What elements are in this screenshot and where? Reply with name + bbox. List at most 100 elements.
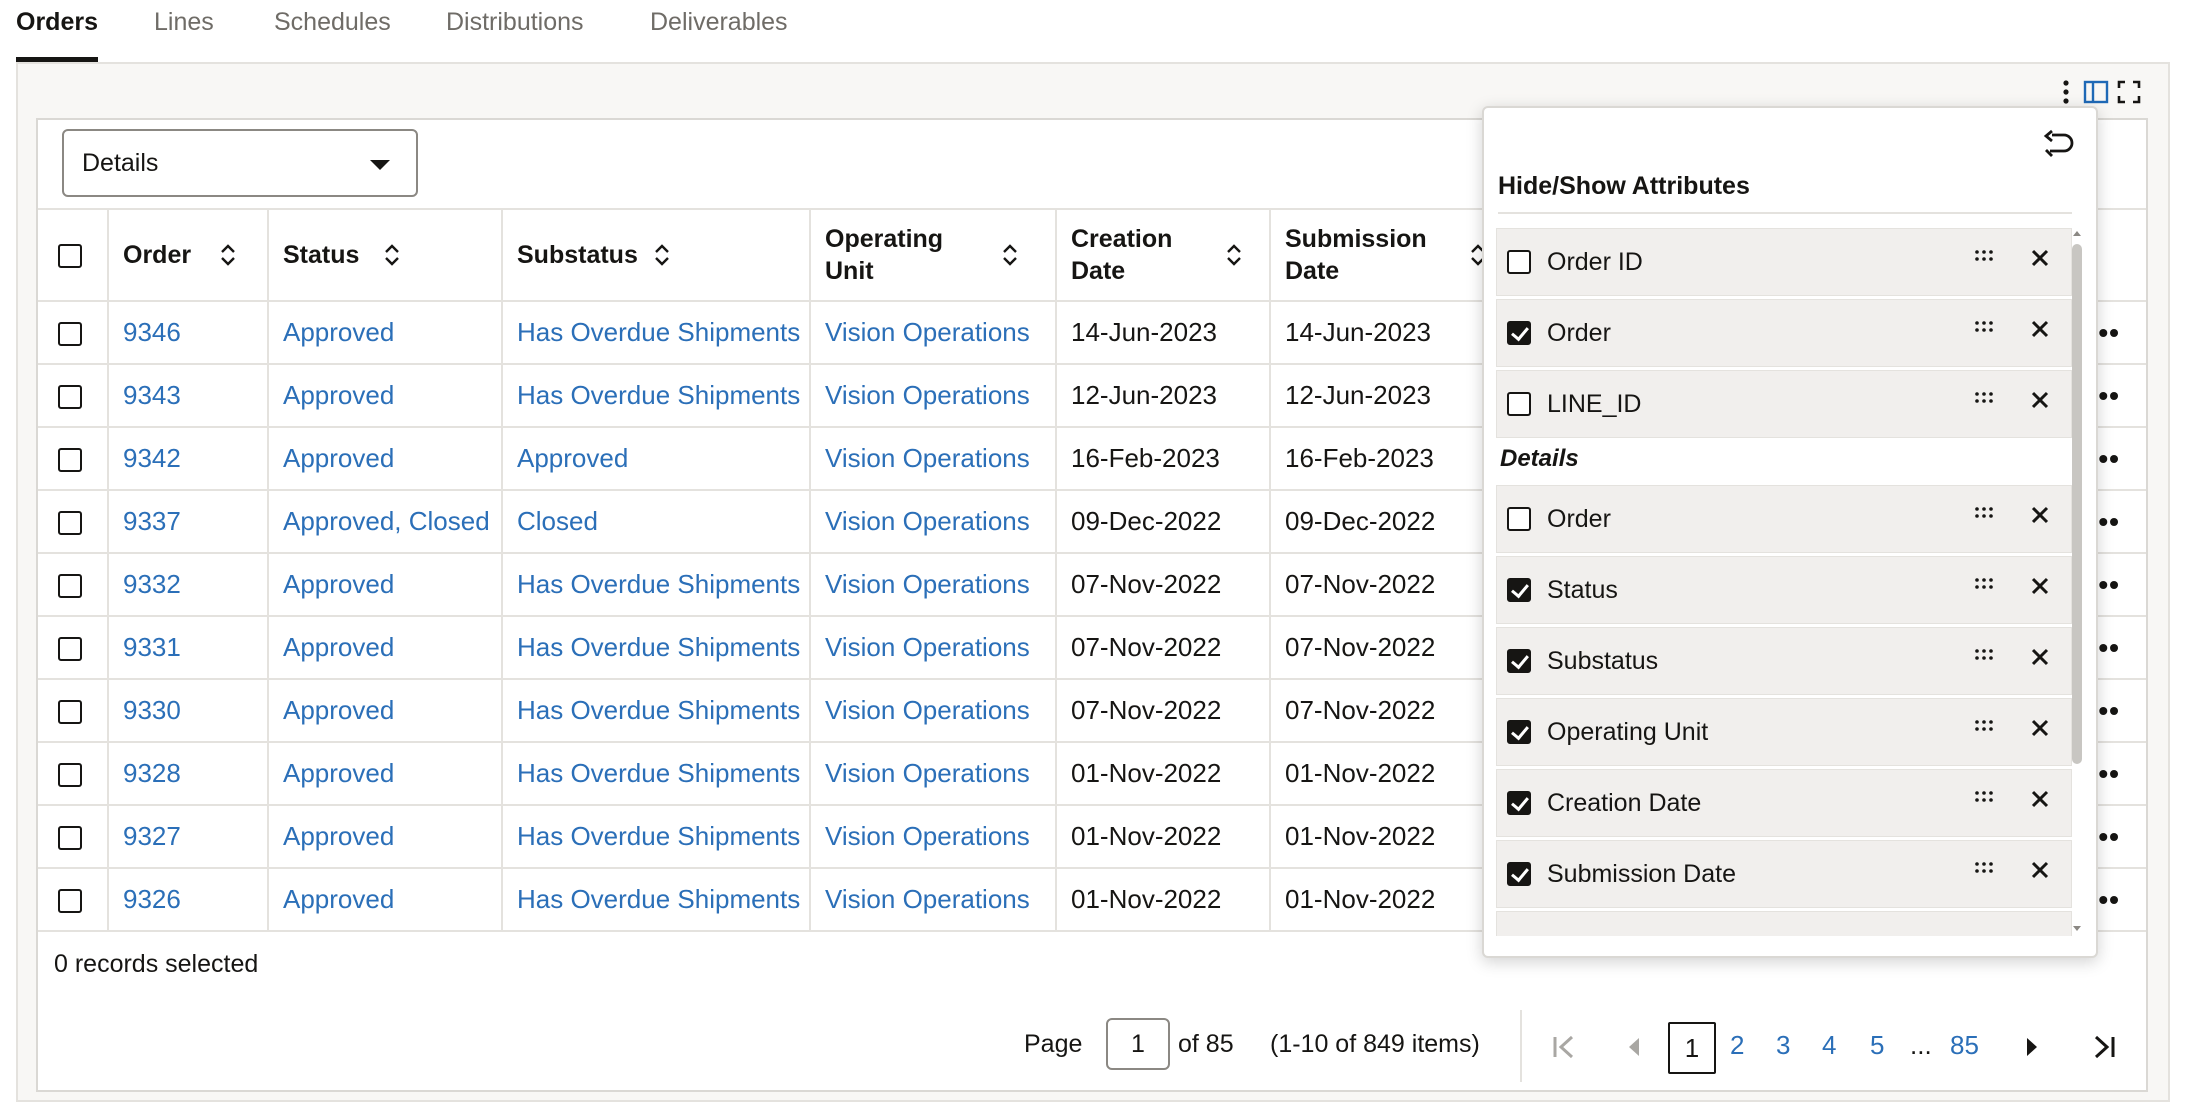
attribute-item[interactable]	[1496, 911, 2072, 936]
order-link[interactable]: 9342	[123, 443, 181, 473]
operating-unit-cell[interactable]: Vision Operations	[810, 553, 1057, 617]
operating-unit-cell[interactable]: Vision Operations	[810, 742, 1057, 806]
substatus-link[interactable]: Has Overdue Shipments	[517, 884, 800, 914]
order-cell[interactable]: 9332	[108, 553, 269, 617]
first-page-icon[interactable]	[1550, 1032, 1578, 1062]
remove-icon[interactable]	[2029, 575, 2051, 597]
status-link[interactable]: Approved	[283, 758, 394, 788]
remove-icon[interactable]	[2029, 504, 2051, 526]
row-checkbox[interactable]	[58, 574, 82, 599]
order-link[interactable]: 9331	[123, 632, 181, 662]
operating-unit-link[interactable]: Vision Operations	[825, 317, 1030, 347]
operating-unit-link[interactable]: Vision Operations	[825, 821, 1030, 851]
drag-handle-icon[interactable]	[1973, 790, 1995, 804]
fullscreen-icon[interactable]	[2116, 78, 2142, 106]
row-checkbox[interactable]	[58, 511, 82, 536]
status-link[interactable]: Approved	[283, 695, 394, 725]
tab-lines[interactable]: Lines	[154, 8, 214, 62]
drag-handle-icon[interactable]	[1973, 861, 1995, 875]
operating-unit-cell[interactable]: Vision Operations	[810, 427, 1057, 491]
operating-unit-link[interactable]: Vision Operations	[825, 758, 1030, 788]
operating-unit-link[interactable]: Vision Operations	[825, 380, 1030, 410]
substatus-link[interactable]: Has Overdue Shipments	[517, 380, 800, 410]
status-cell[interactable]: Approved	[268, 679, 503, 743]
status-cell[interactable]: Approved	[268, 805, 503, 869]
panel-toggle-icon[interactable]	[2082, 78, 2110, 106]
sort-icon[interactable]	[219, 241, 237, 269]
operating-unit-link[interactable]: Vision Operations	[825, 632, 1030, 662]
sort-icon[interactable]	[1001, 241, 1019, 269]
reset-icon[interactable]	[2042, 128, 2076, 158]
page-link-current[interactable]: 1	[1668, 1022, 1716, 1074]
column-header-status[interactable]: Status	[268, 208, 503, 302]
attribute-checkbox[interactable]	[1507, 578, 1531, 602]
drag-handle-icon[interactable]	[1973, 506, 1995, 520]
scrollbar-thumb[interactable]	[2072, 244, 2082, 764]
operating-unit-link[interactable]: Vision Operations	[825, 506, 1030, 536]
status-cell[interactable]: Approved	[268, 616, 503, 680]
drag-handle-icon[interactable]	[1973, 577, 1995, 591]
order-link[interactable]: 9332	[123, 569, 181, 599]
operating-unit-cell[interactable]: Vision Operations	[810, 364, 1057, 428]
order-link[interactable]: 9327	[123, 821, 181, 851]
page-link[interactable]: 4	[1822, 1030, 1836, 1061]
remove-icon[interactable]	[2029, 247, 2051, 269]
status-link[interactable]: Approved	[283, 632, 394, 662]
order-link[interactable]: 9326	[123, 884, 181, 914]
operating-unit-cell[interactable]: Vision Operations	[810, 679, 1057, 743]
more-vertical-icon[interactable]	[2062, 78, 2070, 106]
attribute-item[interactable]: Operating Unit	[1496, 698, 2072, 766]
substatus-link[interactable]: Has Overdue Shipments	[517, 317, 800, 347]
substatus-link[interactable]: Approved	[517, 443, 628, 473]
attribute-item[interactable]: LINE_ID	[1496, 370, 2072, 438]
last-page-icon[interactable]	[2090, 1032, 2118, 1062]
order-cell[interactable]: 9342	[108, 427, 269, 491]
order-link[interactable]: 9330	[123, 695, 181, 725]
remove-icon[interactable]	[2029, 389, 2051, 411]
substatus-link[interactable]: Closed	[517, 506, 598, 536]
order-link[interactable]: 9328	[123, 758, 181, 788]
attribute-checkbox[interactable]	[1507, 720, 1531, 744]
attribute-item[interactable]: Order	[1496, 299, 2072, 367]
status-link[interactable]: Approved	[283, 380, 394, 410]
substatus-cell[interactable]: Approved	[502, 427, 811, 491]
substatus-cell[interactable]: Has Overdue Shipments	[502, 301, 811, 365]
substatus-link[interactable]: Has Overdue Shipments	[517, 695, 800, 725]
order-cell[interactable]: 9343	[108, 364, 269, 428]
status-link[interactable]: Approved	[283, 443, 394, 473]
substatus-link[interactable]: Has Overdue Shipments	[517, 632, 800, 662]
status-link[interactable]: Approved	[283, 821, 394, 851]
drag-handle-icon[interactable]	[1973, 719, 1995, 733]
attribute-checkbox[interactable]	[1507, 250, 1531, 274]
operating-unit-link[interactable]: Vision Operations	[825, 695, 1030, 725]
substatus-cell[interactable]: Has Overdue Shipments	[502, 616, 811, 680]
attribute-item[interactable]: Submission Date	[1496, 840, 2072, 908]
operating-unit-cell[interactable]: Vision Operations	[810, 868, 1057, 932]
drag-handle-icon[interactable]	[1973, 391, 1995, 405]
sort-icon[interactable]	[653, 241, 671, 269]
remove-icon[interactable]	[2029, 318, 2051, 340]
column-header-operating-unit[interactable]: Operating Unit	[810, 208, 1057, 302]
operating-unit-cell[interactable]: Vision Operations	[810, 616, 1057, 680]
attribute-checkbox[interactable]	[1507, 791, 1531, 815]
tab-schedules[interactable]: Schedules	[274, 8, 391, 62]
operating-unit-cell[interactable]: Vision Operations	[810, 805, 1057, 869]
attribute-item[interactable]: Creation Date	[1496, 769, 2072, 837]
status-cell[interactable]: Approved	[268, 868, 503, 932]
substatus-cell[interactable]: Has Overdue Shipments	[502, 679, 811, 743]
column-header-creation-date[interactable]: Creation Date	[1056, 208, 1271, 302]
status-cell[interactable]: Approved	[268, 364, 503, 428]
order-cell[interactable]: 9328	[108, 742, 269, 806]
drag-handle-icon[interactable]	[1973, 249, 1995, 263]
page-link[interactable]: 2	[1730, 1030, 1744, 1061]
tab-deliverables[interactable]: Deliverables	[650, 8, 788, 62]
remove-icon[interactable]	[2029, 717, 2051, 739]
substatus-cell[interactable]: Has Overdue Shipments	[502, 742, 811, 806]
sort-icon[interactable]	[1225, 241, 1243, 269]
status-cell[interactable]: Approved	[268, 301, 503, 365]
order-link[interactable]: 9343	[123, 380, 181, 410]
order-link[interactable]: 9346	[123, 317, 181, 347]
next-page-icon[interactable]	[2024, 1036, 2040, 1058]
order-cell[interactable]: 9326	[108, 868, 269, 932]
order-cell[interactable]: 9346	[108, 301, 269, 365]
